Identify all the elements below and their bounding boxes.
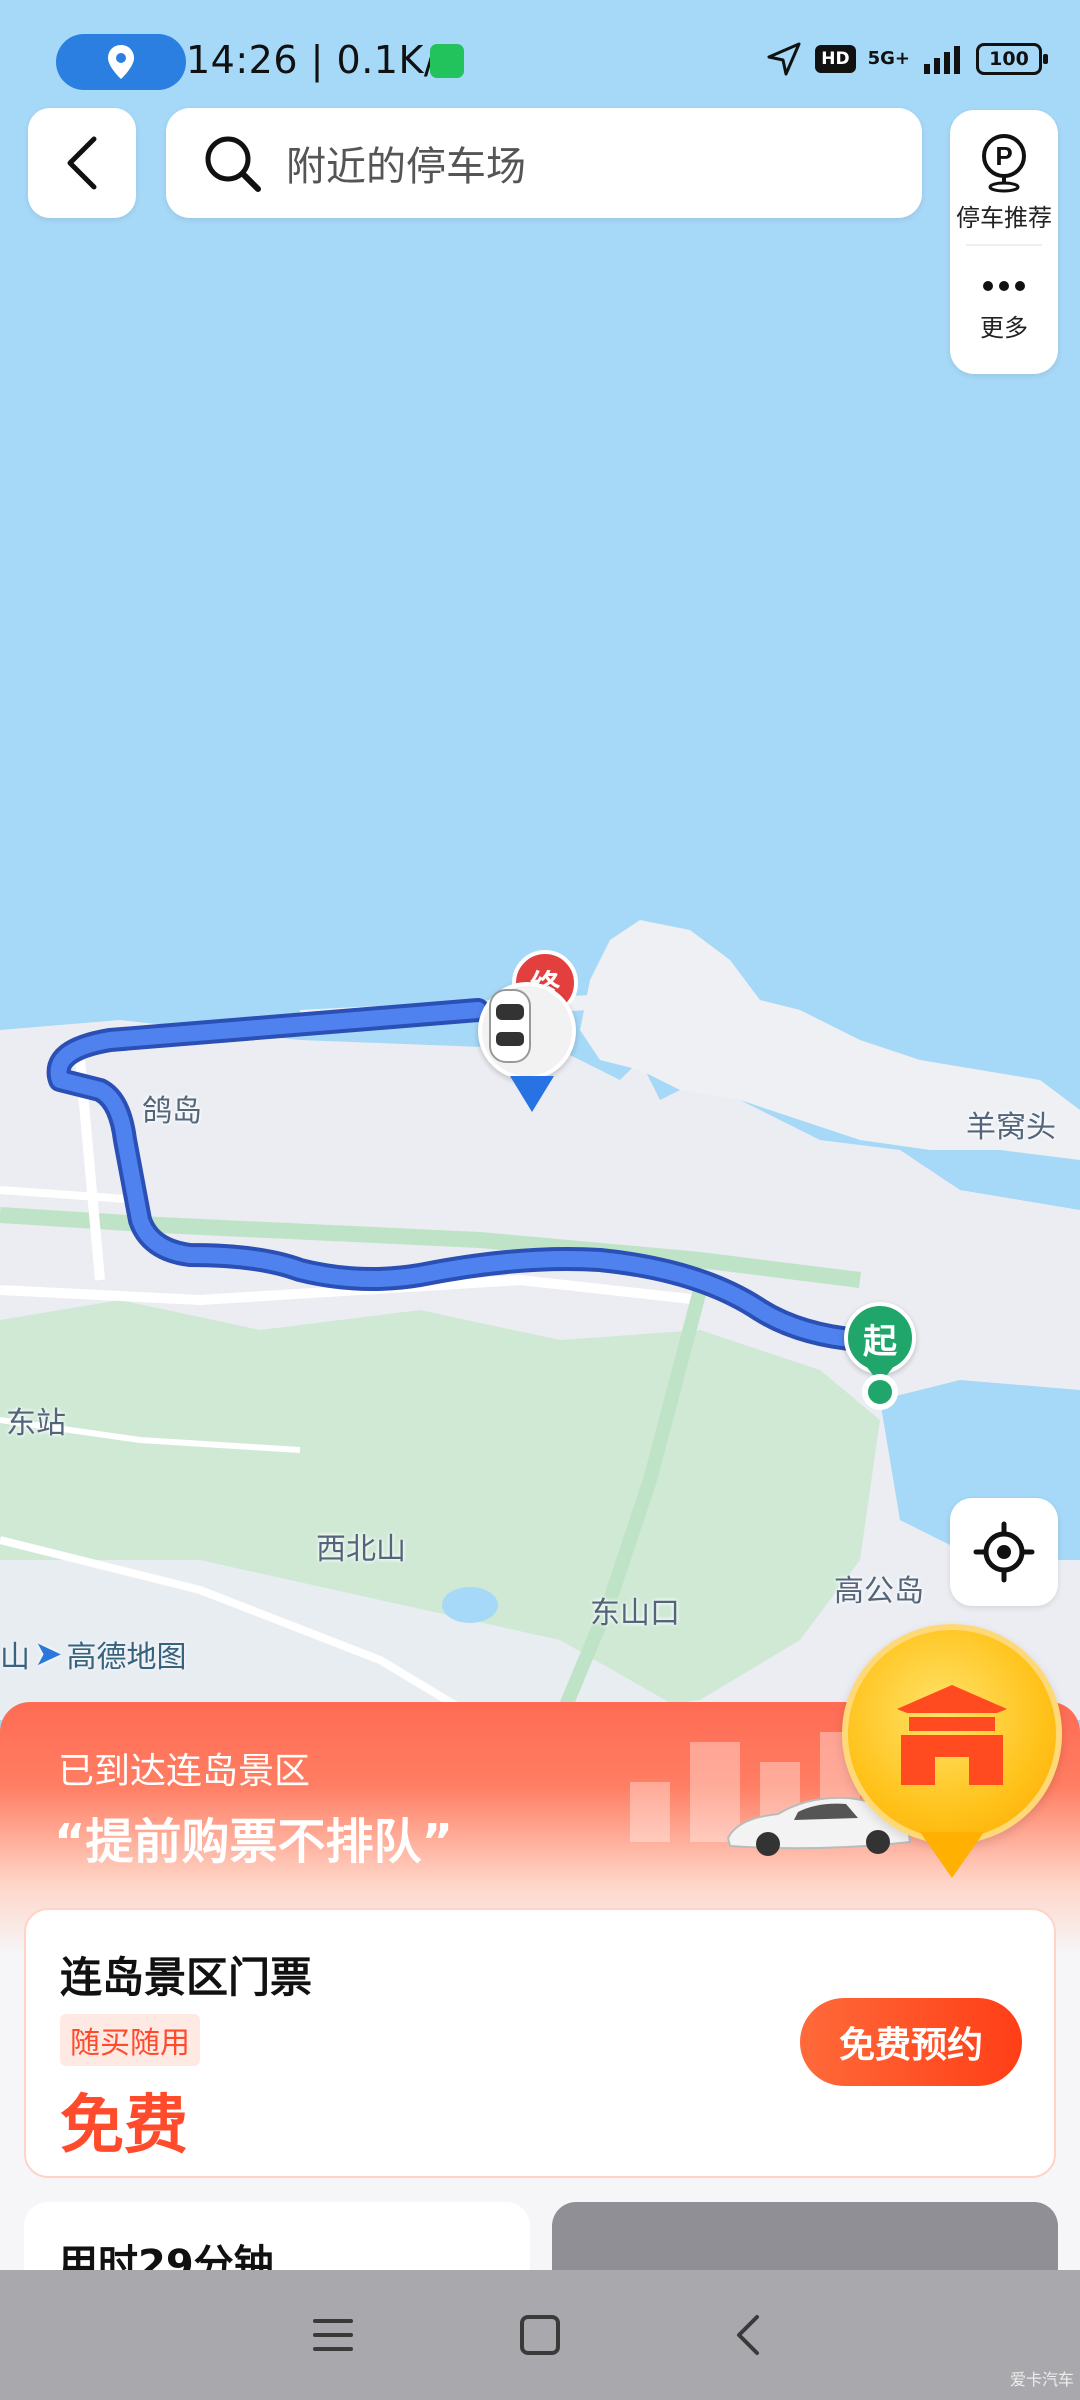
wechat-icon — [430, 44, 464, 78]
amap-arrow-icon: ➤ — [34, 1634, 63, 1674]
location-pin-icon — [108, 45, 134, 79]
watermark-text: 爱卡汽车 — [1009, 2370, 1074, 2389]
nav-back-icon — [736, 2315, 759, 2355]
start-point-dot — [862, 1374, 898, 1410]
amap-logo: 山 ➤ 高德地图 — [0, 1632, 187, 1676]
more-dots-icon — [983, 281, 1025, 291]
back-arrow-icon — [67, 136, 97, 190]
map-label-shan: 山 — [0, 1640, 30, 1675]
ticket-name: 连岛景区门票 — [60, 1953, 313, 2002]
system-nav-bar: 爱卡汽车 — [0, 2270, 1080, 2400]
map-label-gedao: 鸽岛 — [142, 1094, 202, 1129]
battery-icon: 100 — [976, 43, 1048, 75]
map-label-dongzhan: 东站 — [6, 1406, 66, 1441]
parking-recommend-button[interactable]: P 停车推荐 — [950, 130, 1058, 233]
parking-recommend-label: 停车推荐 — [956, 204, 1052, 232]
status-bar: 14:26 | 0.1K/s HD 5G+ 100 — [0, 0, 1080, 120]
direction-arrow-icon — [510, 1076, 554, 1112]
locate-me-button[interactable] — [950, 1498, 1058, 1606]
location-pill[interactable] — [56, 34, 186, 90]
time-and-speed: 14:26 | 0.1K/s — [186, 38, 457, 82]
free-reserve-button[interactable]: 免费预约 — [800, 1998, 1022, 2086]
ticket-card[interactable]: 连岛景区门票 随买随用 免费 免费预约 — [24, 1908, 1056, 2178]
promo-title: “提前购票不排队” — [54, 1814, 454, 1870]
navigation-arrow-icon — [767, 42, 801, 76]
search-input[interactable]: 附近的停车场 — [166, 108, 922, 218]
arrival-subtitle: 已到达连岛景区 — [58, 1751, 311, 1792]
amap-logo-text: 高德地图 — [66, 1640, 187, 1675]
parking-icon: P — [982, 134, 1026, 193]
status-icons: HD 5G+ 100 — [765, 40, 1048, 78]
more-button[interactable]: 更多 — [950, 268, 1058, 343]
car-icon[interactable] — [478, 982, 576, 1080]
side-panel: P 停车推荐 更多 — [950, 110, 1058, 374]
more-label: 更多 — [980, 314, 1028, 342]
back-button[interactable] — [28, 108, 136, 218]
ticket-price: 免费 — [60, 2089, 188, 2163]
scenic-badge-tail — [920, 1832, 984, 1878]
signal-bars-icon — [924, 46, 960, 74]
scenic-gate-badge-icon — [842, 1624, 1062, 1844]
map-label-gaogongdao: 高公岛 — [834, 1574, 924, 1609]
menu-button[interactable] — [293, 2295, 373, 2375]
search-placeholder: 附近的停车场 — [286, 144, 526, 190]
map-canvas — [0, 920, 1080, 1720]
home-button[interactable] — [500, 2295, 580, 2375]
signal-5g-label: 5G+ — [867, 48, 910, 69]
menu-icon — [313, 2319, 354, 2351]
ticket-tag: 随买随用 — [60, 2014, 200, 2066]
crosshair-icon — [973, 1521, 1035, 1583]
map-view[interactable]: 鸽岛 羊窝头 东站 西北山 东山口 高公岛 山 ➤ 高德地图 终 起 — [0, 0, 1080, 1720]
status-separator: | — [310, 38, 324, 82]
side-divider — [966, 244, 1042, 246]
map-label-xibeishan: 西北山 — [316, 1532, 406, 1567]
battery-level: 100 — [989, 48, 1029, 70]
status-time: 14:26 — [186, 38, 299, 82]
map-label-dongshankou: 东山口 — [590, 1596, 680, 1631]
map-label-yangwotou: 羊窝头 — [966, 1110, 1056, 1145]
home-square-icon — [519, 2315, 560, 2355]
nav-back-button[interactable] — [707, 2295, 787, 2375]
start-marker[interactable]: 起 — [844, 1302, 916, 1374]
svg-text:P: P — [995, 141, 1012, 171]
search-icon — [205, 136, 261, 192]
hd-badge: HD — [815, 45, 856, 73]
